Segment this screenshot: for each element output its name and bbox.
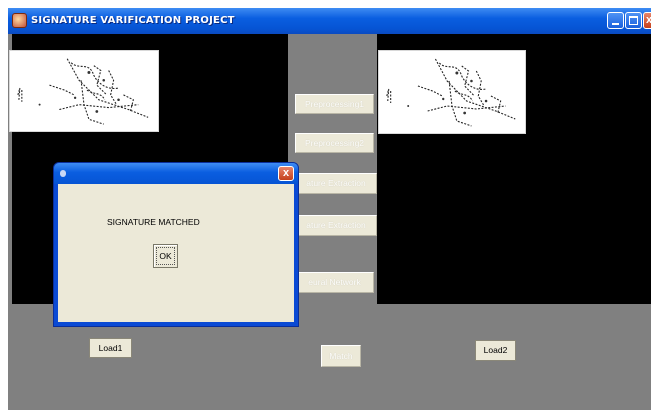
preprocessing1-button[interactable]: Preprocessing1 xyxy=(295,94,374,114)
center-control-strip xyxy=(288,34,377,304)
close-window-button[interactable]: x xyxy=(643,12,651,29)
signature-image-left xyxy=(9,50,159,132)
signature-image-right xyxy=(378,50,526,134)
load2-button[interactable]: Load2 xyxy=(475,340,516,361)
feature-extraction1-button[interactable]: ature Extraction xyxy=(295,173,377,194)
app-icon[interactable] xyxy=(12,13,27,28)
load1-button[interactable]: Load1 xyxy=(89,338,132,358)
window-title: SIGNATURE VARIFICATION PROJECT xyxy=(31,15,235,26)
minimize-icon xyxy=(612,23,619,25)
ok-button[interactable]: OK xyxy=(153,244,178,268)
message-dialog: x SIGNATURE MATCHED OK xyxy=(53,162,299,327)
close-icon: x xyxy=(646,14,651,26)
dialog-body: SIGNATURE MATCHED OK xyxy=(58,184,294,322)
maximize-icon xyxy=(629,16,638,25)
preprocessing2-button[interactable]: Preprocessing2 xyxy=(295,133,374,153)
neural-network-button[interactable]: eural Network xyxy=(295,272,374,293)
minimize-button[interactable] xyxy=(607,12,624,29)
feature-extraction2-button[interactable]: ature Extraction xyxy=(295,215,377,236)
dialog-close-button[interactable]: x xyxy=(278,166,294,181)
maximize-button[interactable] xyxy=(625,12,642,29)
dialog-message: SIGNATURE MATCHED xyxy=(107,217,200,227)
info-icon xyxy=(60,170,66,177)
dialog-title-bar[interactable]: x xyxy=(54,163,298,184)
match-button[interactable]: Match xyxy=(321,345,361,367)
title-bar[interactable]: SIGNATURE VARIFICATION PROJECT x xyxy=(8,8,651,34)
